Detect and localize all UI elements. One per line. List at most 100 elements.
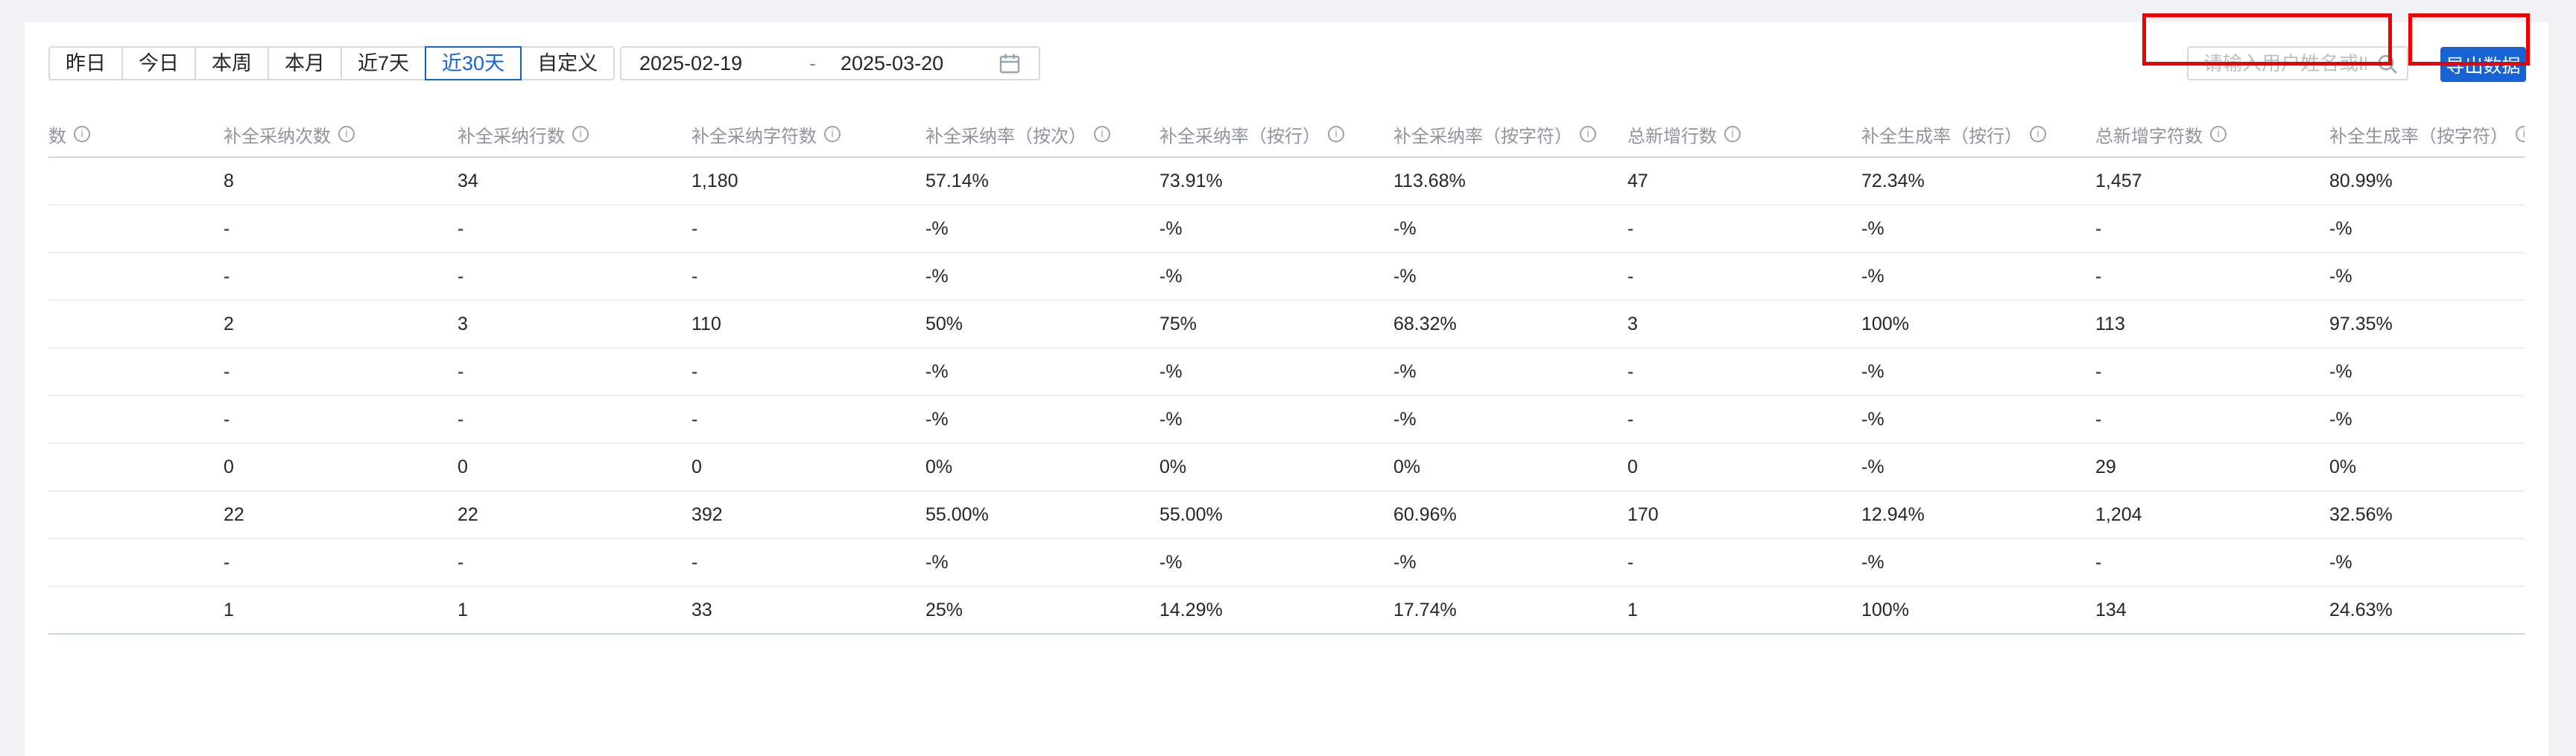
search-icon[interactable] [2376,52,2399,80]
quick-range-button-custom[interactable]: 自定义 [520,46,615,80]
column-header-total-new-lines: 总新增行数 i [1627,121,1861,147]
column-header-gen-rate-by-chars: 补全生成率（按字符） i [2329,121,2525,147]
table-cell: 55.00% [925,504,989,525]
table-cell: -% [2329,265,2352,287]
column-header-gen-rate-by-lines: 补全生成率（按行） i [1861,121,2095,147]
table-cell: -% [1861,265,1884,287]
table-row: 1 1 33 25% 14.29% 17.74% 1 100% 134 24.63% [48,587,2525,635]
quick-range-button-yesterday[interactable]: 昨日 [48,46,123,80]
info-icon[interactable]: i [2516,126,2525,142]
table-cell: 22 [458,504,478,525]
column-header-accept-rate-by-chars: 补全采纳率（按字符） i [1393,121,1627,147]
column-header-accepted-lines: 补全采纳行数 i [458,121,692,147]
info-icon[interactable]: i [338,126,355,142]
table-cell: - [692,265,698,287]
table-cell: - [1627,360,1634,382]
table-cell: -% [1393,408,1417,430]
table-cell: 17.74% [1393,599,1457,620]
table-cell: 29 [2095,456,2116,477]
table-cell: -% [2329,408,2352,430]
date-range-presets: 昨日 今日 本周 本月 近7天 近30天 自定义 [48,46,615,80]
table-cell: 14.29% [1159,599,1223,620]
info-icon[interactable]: i [1328,126,1344,142]
column-header-truncated-count: 数i [48,121,224,147]
page: 昨日 今日 本周 本月 近7天 近30天 自定义 2025-02-19 - 2025-03-… [0,0,2576,756]
quick-range-button-this-month[interactable]: 本月 [268,46,342,80]
table-cell: 60.96% [1393,504,1457,525]
table-cell: - [224,217,230,239]
export-data-button[interactable]: 导出数据 [2440,47,2526,82]
column-header-label: 补全生成率（按字符） [2329,126,2508,147]
table-cell: - [692,408,698,430]
table-cell: - [692,551,698,573]
table-cell: -% [1393,360,1417,382]
info-icon[interactable]: i [1094,126,1110,142]
info-icon[interactable]: i [824,126,841,142]
table-row: - - - -% -% -% - -% - -% [48,539,2525,587]
date-range-picker[interactable]: 2025-02-19 - 2025-03-20 [620,46,1040,80]
column-header-label: 总新增字符数 [2095,126,2203,147]
table-cell: 0 [224,456,234,477]
table-cell: 57.14% [925,170,989,191]
table-cell: 0% [1393,456,1421,477]
table-cell: 80.99% [2329,170,2393,191]
table-cell: -% [2329,551,2352,573]
quick-range-button-last-30-days[interactable]: 近30天 [425,46,522,80]
table-cell: -% [1159,408,1183,430]
column-header-label: 补全采纳率（按字符） [1393,126,1572,147]
table-cell: 100% [1861,313,1909,334]
info-icon[interactable]: i [2210,126,2227,142]
table-cell: 100% [1861,599,1909,620]
info-icon[interactable]: i [74,126,90,142]
column-header-label: 补全采纳率（按次） [925,126,1086,147]
table-cell: 22 [224,504,244,525]
table-cell: -% [1861,456,1884,477]
table-cell: 0% [1159,456,1187,477]
start-date[interactable]: 2025-02-19 [639,52,809,75]
table-cell: -% [1861,217,1884,239]
table-cell: -% [1393,265,1417,287]
quick-range-button-today[interactable]: 今日 [121,46,196,80]
end-date[interactable]: 2025-03-20 [841,52,943,75]
info-icon[interactable]: i [1580,126,1596,142]
table-cell: - [2095,265,2102,287]
table-cell: 1 [1627,599,1638,620]
table-cell: 32.56% [2329,504,2393,525]
table-cell: - [2095,408,2102,430]
table-cell: 1,180 [692,170,738,191]
table-cell: 34 [458,170,478,191]
table-row: 2 3 110 50% 75% 68.32% 3 100% 113 97.35% [48,301,2525,349]
table-cell: - [458,217,464,239]
table-cell: - [1627,408,1634,430]
table-cell: -% [1159,217,1183,239]
table-cell: 113 [2095,313,2125,334]
table-row: - - - -% -% -% - -% - -% [48,253,2525,301]
table-cell: 0 [458,456,468,477]
table-cell: -% [925,408,949,430]
table-row: - - - -% -% -% - -% - -% [48,396,2525,444]
table-cell: 33 [692,599,712,620]
search-box [2187,46,2408,80]
quick-range-button-last-7-days[interactable]: 近7天 [341,46,427,80]
table-cell: - [692,217,698,239]
table-cell: 1,457 [2095,170,2142,191]
column-header-label: 补全采纳字符数 [692,126,817,147]
table-cell: -% [1159,551,1183,573]
info-icon[interactable]: i [1724,126,1741,142]
info-icon[interactable]: i [572,126,589,142]
table-cell: -% [1861,408,1884,430]
table-cell: - [2095,360,2102,382]
table-cell: 110 [692,313,721,334]
table-cell: - [2095,551,2102,573]
table-cell: 50% [925,313,963,334]
table-cell: 55.00% [1159,504,1223,525]
column-header-label: 总新增行数 [1627,126,1717,147]
quick-range-button-this-week[interactable]: 本周 [194,46,269,80]
table-cell: 25% [925,599,963,620]
table-cell: 113.68% [1393,170,1466,191]
table-cell: 75% [1159,313,1197,334]
table-header-row: 数 i 补全采纳次数 i 补全采纳行数 i 补全采纳字符数 i 补全采纳率（按次） i 补全采纳率（… [48,112,2525,158]
table-cell: - [224,265,230,287]
table-cell: 97.35% [2329,313,2393,334]
info-icon[interactable]: i [2030,126,2046,142]
